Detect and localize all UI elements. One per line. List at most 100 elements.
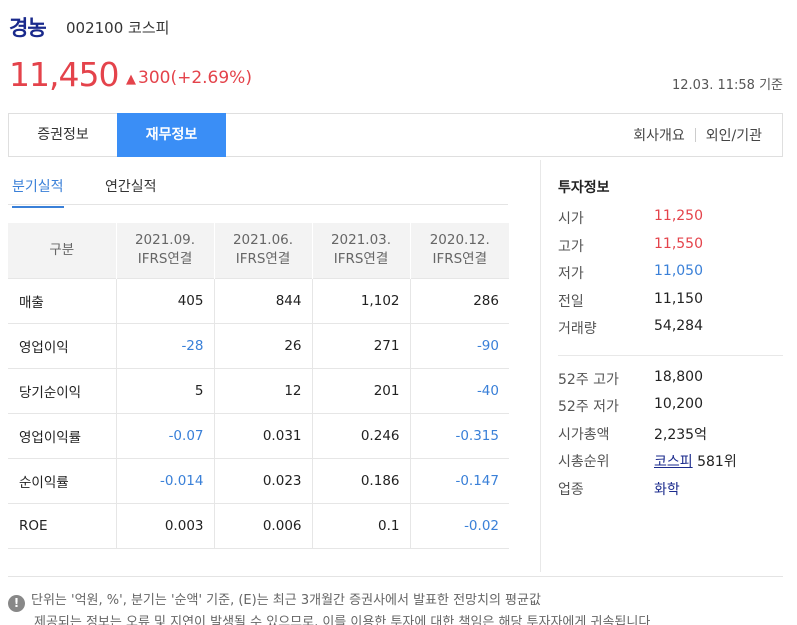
info-row-market-cap: 시가총액 2,235억 <box>558 424 783 452</box>
table-row: 영업이익률 -0.07 0.031 0.246 -0.315 <box>8 412 509 458</box>
tab-financial[interactable]: 재무정보 <box>117 113 226 157</box>
table-row: 영업이익 -28 26 271 -90 <box>8 322 509 368</box>
vertical-divider <box>540 160 541 572</box>
table-cell: -0.07 <box>115 412 214 458</box>
rank-value: 581위 <box>697 454 737 470</box>
notice: ! 단위는 '억원, %', 분기는 '순액' 기준, (E)는 최근 3개월간 … <box>8 590 783 625</box>
header-text: 2021.03. <box>330 232 392 249</box>
table-cell: -0.315 <box>409 412 509 458</box>
table-row: 당기순이익 5 12 201 -40 <box>8 367 509 413</box>
notice-line-1: ! 단위는 '억원, %', 분기는 '순액' 기준, (E)는 최근 3개월간 … <box>8 590 783 612</box>
info-row-52w-low: 52주 저가 10,200 <box>558 396 783 424</box>
table-cell: 0.186 <box>311 457 410 503</box>
table-cell: 12 <box>213 367 312 413</box>
column-header-period: 2021.03. IFRS연결 <box>311 223 410 278</box>
table-row: 매출 405 844 1,102 286 <box>8 277 509 323</box>
info-label: 52주 저가 <box>558 399 619 415</box>
header-text: 2020.12. <box>429 232 490 249</box>
info-label: 고가 <box>558 238 584 255</box>
change-value: 300(+2.69%) <box>138 68 252 88</box>
table-cell: 844 <box>213 277 312 323</box>
subtab-quarterly[interactable]: 분기실적 <box>12 176 64 208</box>
table-cell: 0.023 <box>213 457 312 503</box>
table-cell: 0.246 <box>311 412 410 458</box>
subtab-annual[interactable]: 연간실적 <box>105 176 157 196</box>
info-row-volume: 거래량 54,284 <box>558 318 783 346</box>
stock-name: 경농 <box>9 16 47 40</box>
info-value: 화학 <box>654 479 680 499</box>
info-row-52w-high: 52주 고가 18,800 <box>558 369 783 397</box>
row-label: 매출 <box>8 277 116 323</box>
table-cell: 405 <box>115 277 214 323</box>
info-value: 2,235억 <box>654 426 707 443</box>
table-cell: -0.02 <box>409 502 509 549</box>
foreign-institution-link[interactable]: 외인/기관 <box>706 128 762 144</box>
period-subtabs: 분기실적 연간실적 <box>8 170 508 208</box>
table-cell: 0.003 <box>115 502 214 549</box>
table-cell: 26 <box>213 322 312 368</box>
column-header-period: 2020.12. IFRS연결 <box>409 223 509 278</box>
info-label: 52주 고가 <box>558 371 619 388</box>
info-row-low: 저가 11,050 <box>558 263 783 291</box>
column-header-category: 구분 <box>8 223 116 278</box>
investment-info-panel: 투자정보 시가 11,250 고가 11,550 저가 11,050 전일 11,150… <box>558 177 783 506</box>
notice-divider <box>8 576 783 577</box>
table-cell: 271 <box>311 322 410 368</box>
table-cell: 0.031 <box>213 412 312 458</box>
info-row-high: 고가 11,550 <box>558 236 783 264</box>
info-label: 전일 <box>558 293 584 310</box>
table-cell: -28 <box>115 322 214 368</box>
info-value: 11,250 <box>654 208 703 224</box>
current-price: 11,450 <box>9 55 119 94</box>
info-icon: ! <box>8 595 25 612</box>
tab-securities[interactable]: 증권정보 <box>9 113 117 157</box>
info-label: 거래량 <box>558 321 597 337</box>
table-cell: 0.1 <box>311 502 410 549</box>
header-text: 2021.09. <box>134 232 196 249</box>
column-header-period: 2021.06. IFRS연결 <box>213 223 312 278</box>
table-cell: -0.147 <box>409 457 509 503</box>
table-row: ROE 0.003 0.006 0.1 -0.02 <box>8 502 509 549</box>
link-divider <box>694 128 696 142</box>
table-body: 매출 405 844 1,102 286 영업이익 -28 26 271 -90 당기순이익 5 12 2… <box>8 277 509 549</box>
table-cell: 0.006 <box>213 502 312 549</box>
info-value: 11,150 <box>654 290 703 307</box>
row-label: 당기순이익 <box>8 367 116 413</box>
up-arrow-icon: ▲ <box>126 72 136 87</box>
row-label: 영업이익 <box>8 322 116 368</box>
table-header-row: 구분 2021.09. IFRS연결 2021.06. IFRS연결 2021.03. IF… <box>8 223 509 278</box>
table-cell: -40 <box>409 367 509 413</box>
header-text: 구분 <box>49 241 75 258</box>
table-cell: -0.014 <box>115 457 214 503</box>
price-change: ▲ 300(+2.69%) <box>126 68 252 88</box>
info-divider <box>558 354 783 356</box>
stock-code-market: 002100 코스피 <box>66 19 170 37</box>
financial-table: 구분 2021.09. IFRS연결 2021.06. IFRS연결 2021.03. IF… <box>8 223 509 549</box>
table-cell: -90 <box>409 322 509 368</box>
info-label: 시총순위 <box>558 454 610 470</box>
header-text: IFRS연결 <box>333 251 389 268</box>
row-label: ROE <box>8 502 116 549</box>
info-value: 18,800 <box>654 368 703 385</box>
header-text: IFRS연결 <box>137 251 193 268</box>
table-cell: 1,102 <box>311 277 410 323</box>
info-row-prev: 전일 11,150 <box>558 291 783 319</box>
info-label: 업종 <box>558 481 584 498</box>
info-label: 시가총액 <box>558 426 610 443</box>
header-text: IFRS연결 <box>235 251 291 268</box>
company-overview-link[interactable]: 회사개요 <box>633 128 685 144</box>
info-value: 10,200 <box>654 396 703 412</box>
rank-market-link[interactable]: 코스피 <box>654 454 693 470</box>
info-value: 코스피 581위 <box>654 451 737 471</box>
header-text: IFRS연결 <box>432 251 488 268</box>
table-cell: 5 <box>115 367 214 413</box>
info-value: 11,050 <box>654 263 703 279</box>
sector-link[interactable]: 화학 <box>654 482 680 498</box>
table-cell: 286 <box>409 277 509 323</box>
info-label: 저가 <box>558 266 584 282</box>
right-links: 회사개요 외인/기관 <box>633 114 762 158</box>
table-row: 순이익률 -0.014 0.023 0.186 -0.147 <box>8 457 509 503</box>
row-label: 영업이익률 <box>8 412 116 458</box>
column-header-period: 2021.09. IFRS연결 <box>115 223 214 278</box>
main-tabbar: 증권정보 재무정보 회사개요 외인/기관 <box>8 113 783 157</box>
